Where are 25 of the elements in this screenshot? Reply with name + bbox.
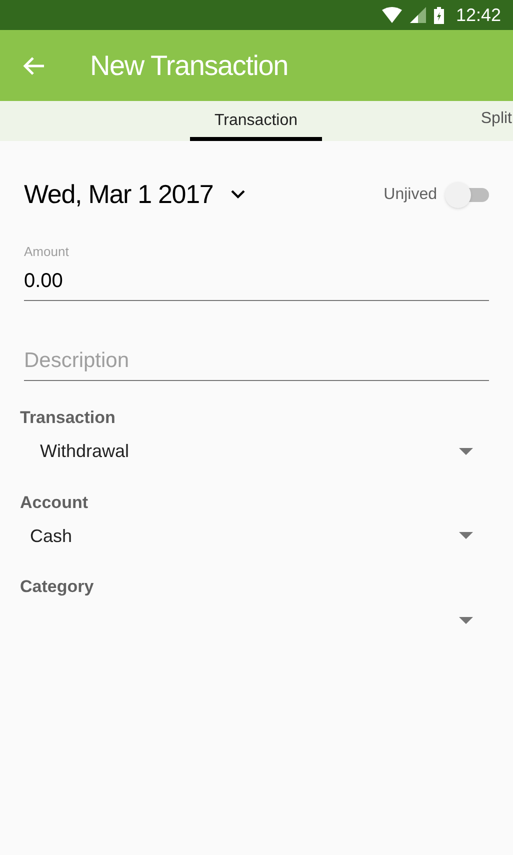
app-bar-title: New Transaction bbox=[90, 48, 288, 82]
field-label: Category bbox=[20, 576, 95, 598]
dropdown-arrow-icon[interactable] bbox=[459, 448, 473, 456]
amount-field[interactable]: Amount 0.00 bbox=[24, 242, 489, 300]
field-label: Transaction bbox=[20, 407, 116, 429]
status-time: 12:42 bbox=[456, 4, 501, 26]
date-text[interactable]: Wed, Mar 1 2017 bbox=[24, 175, 214, 214]
dropdown-value: Withdrawal bbox=[39, 440, 130, 463]
unjived-switch[interactable] bbox=[445, 182, 489, 208]
chevron-down-icon[interactable] bbox=[231, 190, 246, 199]
dropdown-value: Cash bbox=[29, 524, 72, 548]
tab[interactable]: Transaction bbox=[190, 101, 322, 141]
dropdown-arrow-icon[interactable] bbox=[459, 532, 473, 540]
battery-icon bbox=[434, 6, 444, 24]
unjived-label: Unjived bbox=[384, 184, 437, 204]
dropdown[interactable]: Withdrawal bbox=[20, 434, 493, 470]
field-label: Account bbox=[20, 492, 89, 514]
dropdown-arrow-icon[interactable] bbox=[459, 616, 473, 624]
signal-icon bbox=[410, 7, 426, 23]
description-field[interactable]: Description bbox=[24, 344, 489, 381]
dropdown[interactable]: Cash bbox=[20, 518, 493, 554]
tab[interactable]: Split bbox=[480, 101, 513, 141]
amount-input[interactable]: 0.00 bbox=[24, 266, 489, 296]
wifi-icon bbox=[382, 7, 402, 23]
amount-label: Amount bbox=[24, 243, 70, 261]
